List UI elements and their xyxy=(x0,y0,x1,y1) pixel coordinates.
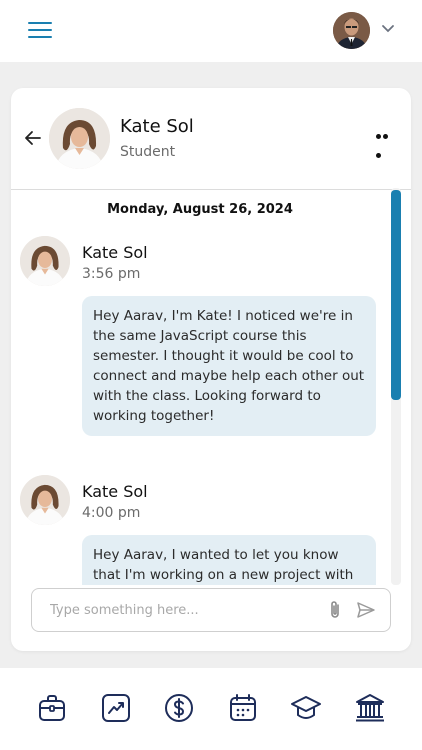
message-bubble: Hey Aarav, I'm Kate! I noticed we're in … xyxy=(82,296,376,436)
bottom-navigation xyxy=(0,668,422,750)
message-sender: Kate Sol xyxy=(82,482,148,501)
back-arrow-icon[interactable] xyxy=(23,128,43,148)
message-composer xyxy=(31,588,391,632)
contact-role: Student xyxy=(120,144,176,160)
scrollbar-thumb[interactable] xyxy=(391,190,401,400)
more-options-icon[interactable] xyxy=(376,124,396,158)
date-separator: Monday, August 26, 2024 xyxy=(107,202,293,217)
chevron-down-icon[interactable] xyxy=(381,24,395,34)
message-bubble: Hey Aarav, I wanted to let you know that… xyxy=(82,535,376,585)
send-icon[interactable] xyxy=(356,601,376,619)
message-list[interactable]: Monday, August 26, 2024 Kate Sol 3:56 pm… xyxy=(11,190,411,585)
contact-avatar xyxy=(49,108,110,169)
message-sender: Kate Sol xyxy=(82,243,148,262)
message-avatar xyxy=(20,236,70,286)
message-avatar xyxy=(20,475,70,525)
contact-name: Kate Sol xyxy=(120,116,194,137)
top-bar xyxy=(0,0,422,62)
message-time: 3:56 pm xyxy=(82,266,141,282)
briefcase-icon[interactable] xyxy=(36,692,68,724)
graduation-cap-icon[interactable] xyxy=(290,692,322,724)
message-input[interactable] xyxy=(48,599,322,621)
chat-card: Kate Sol Student Monday, August 26, 2024… xyxy=(11,88,411,651)
dollar-icon[interactable] xyxy=(163,692,195,724)
calendar-icon[interactable] xyxy=(227,692,259,724)
paperclip-icon[interactable] xyxy=(326,600,344,620)
bank-icon[interactable] xyxy=(354,692,386,724)
hamburger-icon[interactable] xyxy=(28,22,52,40)
trend-chart-icon[interactable] xyxy=(100,692,132,724)
message-time: 4:00 pm xyxy=(82,505,141,521)
user-avatar[interactable] xyxy=(333,12,370,49)
